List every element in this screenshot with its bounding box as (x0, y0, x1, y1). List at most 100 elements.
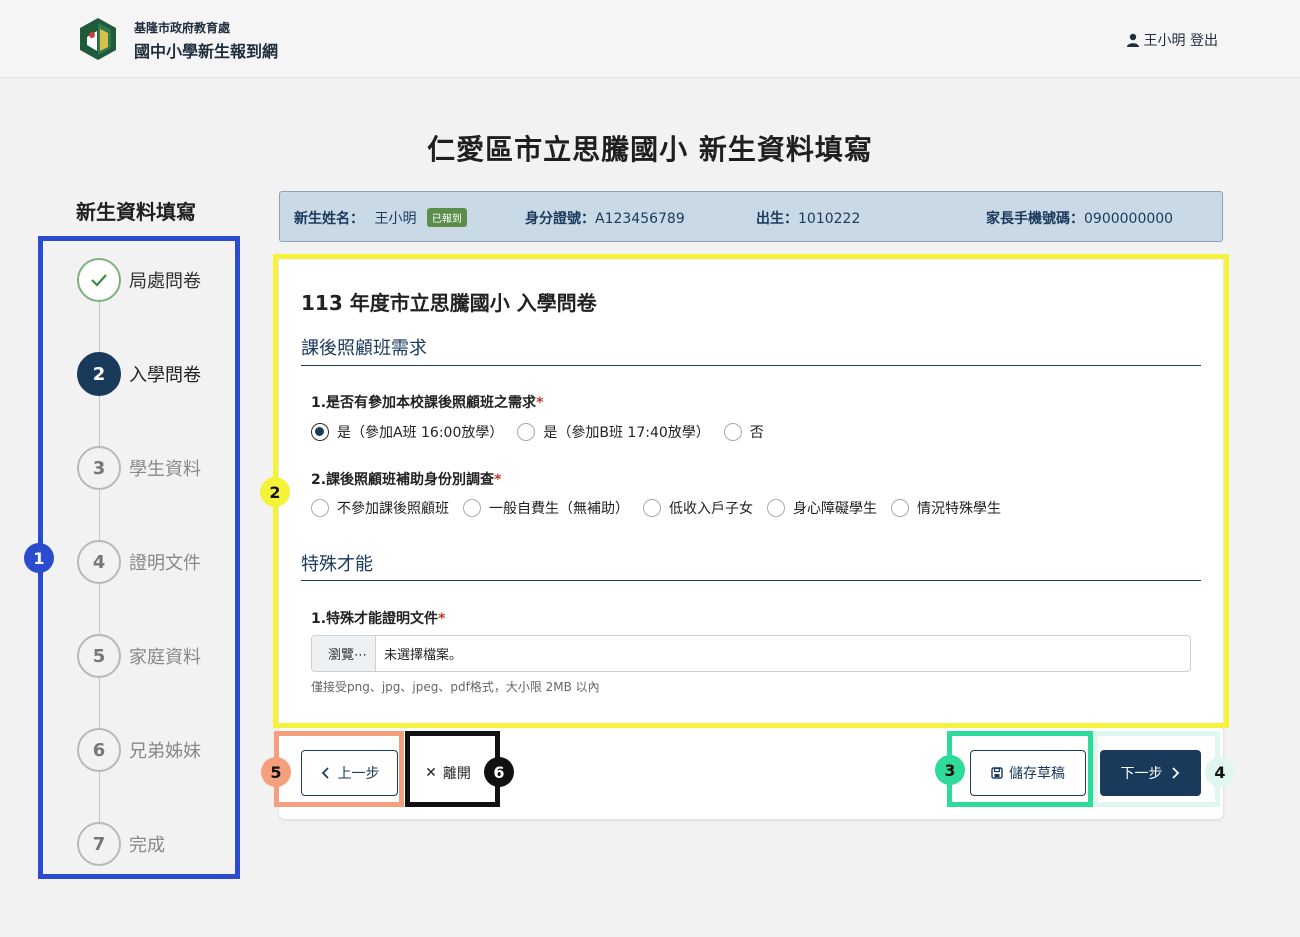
step-label: 學生資料 (129, 459, 201, 480)
annotation-badge-5: 5 (261, 757, 291, 787)
radio-option[interactable]: 低收入戶子女 (643, 498, 753, 518)
keelung-logo-icon[interactable] (78, 17, 118, 61)
annotation-badge-6: 6 (484, 757, 514, 787)
page-title: 仁愛區市立思騰國小 新生資料填寫 (427, 133, 873, 166)
sidebar-title: 新生資料填寫 (76, 200, 196, 224)
annotation-badge-3: 3 (935, 755, 965, 785)
question-text: 1.特殊才能證明文件 (311, 611, 439, 627)
file-hint: 僅接受png、jpg、jpeg、pdf格式，大小限 2MB 以內 (311, 680, 600, 694)
step-label: 完成 (129, 835, 165, 856)
file-upload-input[interactable]: 瀏覽⋯ 未選擇檔案。 (311, 635, 1191, 672)
step-label: 家庭資料 (129, 647, 201, 668)
question-text: 2.課後照顧班補助身份別調查 (311, 472, 495, 488)
name-label: 新生姓名： (294, 211, 364, 227)
radio-label: 是（參加A班 16:00放學） (337, 425, 504, 441)
step-2[interactable]: 2 入學問卷 (77, 352, 201, 396)
save-draft-button[interactable]: 儲存草稿 (970, 750, 1086, 796)
prev-step-label: 上一步 (337, 766, 380, 782)
step-label: 證明文件 (129, 553, 201, 574)
birth-label: 出生： (756, 211, 798, 227)
step-3[interactable]: 3 學生資料 (77, 446, 201, 490)
section-heading-special-talent: 特殊才能 (301, 554, 373, 575)
student-id: 身分證號：A123456789 (525, 208, 685, 228)
browse-button[interactable]: 瀏覽⋯ (312, 636, 377, 671)
radio-option[interactable]: 否 (723, 422, 764, 442)
annotation-badge-1: 1 (24, 543, 54, 573)
file-status: 未選擇檔案。 (384, 648, 463, 663)
student-info-bar: 新生姓名： 王小明 已報到 身分證號：A123456789 出生：1010222… (279, 191, 1223, 242)
radio-button[interactable] (767, 499, 785, 517)
check-icon (77, 258, 121, 302)
chevron-left-icon (321, 767, 329, 779)
step-1[interactable]: 局處問卷 (77, 258, 201, 302)
form-title: 113 年度市立思騰國小 入學問卷 (301, 291, 597, 315)
id-value: A123456789 (595, 211, 685, 227)
phone-label: 家長手機號碼： (986, 211, 1084, 227)
radio-button[interactable] (463, 499, 481, 517)
radio-button[interactable] (891, 499, 909, 517)
radio-label: 否 (749, 425, 764, 441)
student-birth: 出生：1010222 (756, 208, 860, 228)
chevron-right-icon (1171, 767, 1179, 779)
step-navigation: 局處問卷 2 入學問卷 3 學生資料 4 證明文件 5 家庭資料 6 兄弟姊妹 … (38, 236, 240, 879)
prev-step-button[interactable]: 上一步 (301, 750, 398, 796)
step-label: 入學問卷 (129, 365, 201, 386)
step-number: 6 (77, 728, 121, 772)
radio-label: 一般自費生（無補助） (489, 501, 629, 517)
question-label: 1.是否有參加本校課後照顧班之需求* (311, 392, 543, 412)
next-step-label: 下一步 (1120, 766, 1163, 782)
step-label: 局處問卷 (129, 271, 201, 292)
user-icon (1126, 33, 1139, 47)
required-mark: * (536, 395, 544, 411)
radio-option[interactable]: 不參加課後照顧班 (311, 498, 449, 518)
step-number: 5 (77, 634, 121, 678)
close-icon: ✕ (425, 765, 437, 781)
user-logout-label: 王小明 登出 (1143, 33, 1218, 49)
leave-label: 離開 (442, 766, 471, 782)
radio-option[interactable]: 一般自費生（無補助） (463, 498, 629, 518)
radio-option[interactable]: 身心障礙學生 (767, 498, 877, 518)
question-text: 1.是否有參加本校課後照顧班之需求 (311, 395, 537, 411)
site-name[interactable]: 國中小學新生報到網 (134, 38, 278, 62)
radio-button[interactable] (311, 499, 329, 517)
user-logout-link[interactable]: 王小明 登出 (1126, 30, 1218, 50)
step-number: 2 (77, 352, 121, 396)
site-header: 基隆市政府教育處 國中小學新生報到網 王小明 登出 (0, 0, 1300, 78)
next-step-button[interactable]: 下一步 (1100, 750, 1201, 796)
radio-option[interactable]: 是（參加A班 16:00放學） (311, 422, 503, 442)
radio-label: 不參加課後照顧班 (337, 501, 449, 517)
step-5[interactable]: 5 家庭資料 (77, 634, 201, 678)
radio-option[interactable]: 是（參加B班 17:40放學） (517, 422, 710, 442)
annotation-badge-4: 4 (1205, 757, 1235, 787)
section-divider (301, 580, 1201, 581)
question-label: 1.特殊才能證明文件* (311, 608, 445, 628)
radio-button[interactable] (723, 423, 742, 441)
radio-label: 低收入戶子女 (669, 501, 753, 517)
radio-group-subsidy: 不參加課後照顧班 一般自費生（無補助） 低收入戶子女 身心障礙學生 情況特殊學生 (311, 498, 1015, 518)
radio-label: 身心障礙學生 (793, 501, 877, 517)
question-label: 2.課後照顧班補助身份別調查* (311, 469, 501, 489)
radio-selected[interactable] (311, 423, 329, 441)
step-7[interactable]: 7 完成 (77, 822, 165, 866)
leave-button[interactable]: ✕ 離開 (413, 750, 483, 796)
radio-label: 情況特殊學生 (917, 501, 1001, 517)
step-number: 4 (77, 540, 121, 584)
parent-phone: 家長手機號碼：0900000000 (986, 208, 1173, 228)
radio-button[interactable] (643, 499, 661, 517)
birth-value: 1010222 (798, 211, 861, 227)
annotation-badge-2: 2 (260, 477, 290, 507)
radio-option[interactable]: 情況特殊學生 (891, 498, 1001, 518)
section-heading-after-school: 課後照顧班需求 (301, 338, 427, 359)
required-mark: * (438, 611, 446, 627)
id-label: 身分證號： (525, 211, 595, 227)
save-draft-label: 儲存草稿 (1009, 766, 1065, 782)
org-name: 基隆市政府教育處 (134, 21, 231, 35)
phone-value: 0900000000 (1084, 211, 1174, 227)
radio-group-after-school: 是（參加A班 16:00放學） 是（參加B班 17:40放學） 否 (311, 422, 778, 442)
radio-label: 是（參加B班 17:40放學） (543, 425, 710, 441)
name-value: 王小明 (374, 211, 417, 227)
radio-button[interactable] (517, 423, 536, 441)
step-6[interactable]: 6 兄弟姊妹 (77, 728, 201, 772)
step-label: 兄弟姊妹 (129, 741, 201, 762)
step-4[interactable]: 4 證明文件 (77, 540, 201, 584)
